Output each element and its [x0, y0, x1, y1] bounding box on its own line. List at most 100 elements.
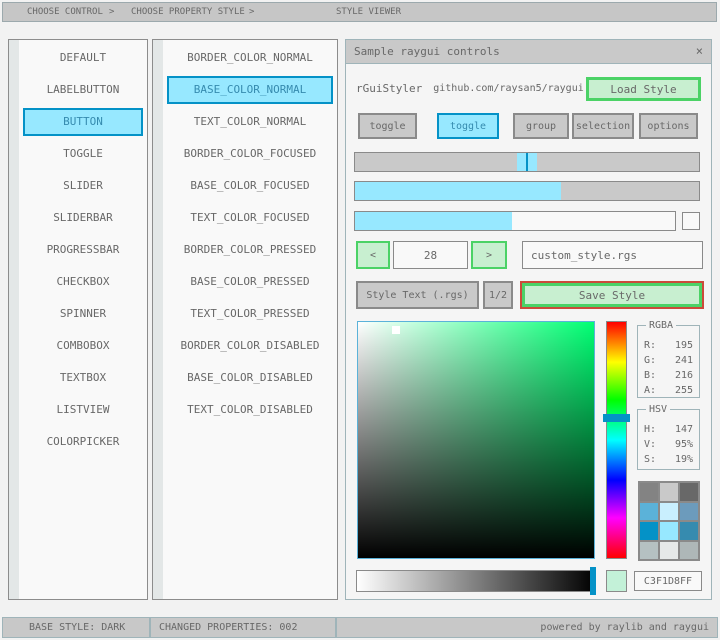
property-item-base-color-normal[interactable]: BASE_COLOR_NORMAL — [167, 76, 333, 104]
rgba-b-label: B: — [644, 368, 656, 383]
color-picker-cursor[interactable] — [392, 326, 400, 334]
filename-input[interactable] — [522, 241, 703, 269]
rgba-g-label: G: — [644, 353, 656, 368]
property-item-border-color-pressed[interactable]: BORDER_COLOR_PRESSED — [164, 234, 336, 266]
control-item-slider[interactable]: SLIDER — [20, 170, 146, 202]
slider-handle[interactable] — [517, 153, 537, 171]
control-item-colorpicker[interactable]: COLORPICKER — [20, 426, 146, 458]
property-item-border-color-focused[interactable]: BORDER_COLOR_FOCUSED — [164, 138, 336, 170]
spinner-value[interactable]: 28 — [393, 241, 468, 269]
palette-cell-border-normal[interactable] — [640, 483, 658, 501]
hsv-h-label: H: — [644, 422, 656, 437]
progress-bar — [354, 211, 676, 231]
palette-cell-base-normal[interactable] — [660, 483, 678, 501]
palette-cell-base-pressed[interactable] — [660, 522, 678, 540]
palette-cell-text-disabled[interactable] — [680, 542, 698, 560]
controls-list-scrollbar[interactable] — [9, 40, 19, 599]
rgba-a-label: A: — [644, 383, 656, 398]
current-color-swatch — [606, 570, 627, 592]
property-item-text-color-focused[interactable]: TEXT_COLOR_FOCUSED — [164, 202, 336, 234]
property-item-text-color-pressed[interactable]: TEXT_COLOR_PRESSED — [164, 298, 336, 330]
color-picker-square[interactable] — [357, 321, 595, 559]
control-item-spinner[interactable]: SPINNER — [20, 298, 146, 330]
hsv-groupbox: HSV H:147 V:95% S:19% — [637, 409, 700, 470]
hex-color-input[interactable] — [634, 571, 702, 591]
properties-list-panel: BORDER_COLOR_NORMAL BASE_COLOR_NORMAL TE… — [152, 39, 338, 600]
toggle-button-group[interactable]: group — [513, 113, 569, 139]
chevron-right-icon: > — [109, 3, 114, 21]
control-item-checkbox[interactable]: CHECKBOX — [20, 266, 146, 298]
property-item-text-color-disabled[interactable]: TEXT_COLOR_DISABLED — [164, 394, 336, 426]
page-indicator-button[interactable]: 1/2 — [483, 281, 513, 309]
palette-cell-border-disabled[interactable] — [640, 542, 658, 560]
style-color-palette — [638, 481, 700, 561]
palette-cell-text-focused[interactable] — [680, 503, 698, 521]
control-item-default[interactable]: DEFAULT — [20, 42, 146, 74]
toggle-button-selection[interactable]: selection — [572, 113, 634, 139]
properties-list-scrollbar[interactable] — [153, 40, 163, 599]
control-item-listview[interactable]: LISTVIEW — [20, 394, 146, 426]
control-item-labelbutton[interactable]: LABELBUTTON — [20, 74, 146, 106]
value-gradient-bar[interactable] — [356, 570, 596, 592]
toggle-button-1[interactable]: toggle — [358, 113, 417, 139]
property-item-border-color-normal[interactable]: BORDER_COLOR_NORMAL — [164, 42, 336, 74]
hue-bar[interactable] — [606, 321, 627, 559]
control-item-textbox[interactable]: TEXTBOX — [20, 362, 146, 394]
property-item-base-color-disabled[interactable]: BASE_COLOR_DISABLED — [164, 362, 336, 394]
value-gradient-handle[interactable] — [590, 567, 596, 595]
breadcrumb-choose-control: CHOOSE CONTROL — [27, 3, 103, 21]
property-item-base-color-pressed[interactable]: BASE_COLOR_PRESSED — [164, 266, 336, 298]
palette-cell-base-focused[interactable] — [660, 503, 678, 521]
save-style-button[interactable]: Save Style — [522, 283, 702, 307]
rgba-title: RGBA — [646, 320, 676, 331]
spinner-decrement-button[interactable]: < — [356, 241, 390, 269]
window-titlebar[interactable]: Sample raygui controls × — [346, 40, 711, 64]
style-viewer-window: Sample raygui controls × rGuiStyler gith… — [345, 39, 712, 600]
palette-cell-base-disabled[interactable] — [660, 542, 678, 560]
breadcrumb-style-viewer: STYLE VIEWER — [336, 3, 401, 21]
property-item-base-color-focused[interactable]: BASE_COLOR_FOCUSED — [164, 170, 336, 202]
window-title: Sample raygui controls — [354, 45, 500, 58]
hsv-title: HSV — [646, 404, 670, 415]
hsv-v-label: V: — [644, 437, 656, 452]
palette-cell-border-focused[interactable] — [640, 503, 658, 521]
app-name-label: rGuiStyler — [356, 76, 422, 102]
control-item-button[interactable]: BUTTON — [23, 108, 143, 136]
palette-cell-border-pressed[interactable] — [640, 522, 658, 540]
slider[interactable] — [354, 152, 700, 172]
controls-list-panel: DEFAULT LABELBUTTON BUTTON TOGGLE SLIDER… — [8, 39, 148, 600]
control-item-sliderbar[interactable]: SLIDERBAR — [20, 202, 146, 234]
close-icon[interactable]: × — [696, 40, 703, 63]
slider-bar-fill — [355, 182, 561, 200]
load-style-button[interactable]: Load Style — [586, 77, 701, 101]
status-base-style: BASE STYLE: DARK — [2, 617, 150, 638]
hue-bar-handle[interactable] — [603, 414, 630, 422]
style-text-button[interactable]: Style Text (.rgs) — [356, 281, 479, 309]
property-item-border-color-disabled[interactable]: BORDER_COLOR_DISABLED — [164, 330, 336, 362]
property-item-text-color-normal[interactable]: TEXT_COLOR_NORMAL — [164, 106, 336, 138]
checkbox[interactable] — [682, 212, 700, 230]
spinner-increment-button[interactable]: > — [471, 241, 507, 269]
hsv-s-value: 19% — [675, 452, 693, 467]
rgba-r-label: R: — [644, 338, 656, 353]
control-item-toggle[interactable]: TOGGLE — [20, 138, 146, 170]
status-powered-by: powered by raylib and raygui — [336, 617, 718, 638]
repo-link[interactable]: github.com/raysan5/raygui — [431, 76, 586, 102]
toggle-button-options[interactable]: options — [639, 113, 698, 139]
chevron-right-icon: > — [249, 3, 254, 21]
rgba-groupbox: RGBA R:195 G:241 B:216 A:255 — [637, 325, 700, 398]
rgba-r-value: 195 — [675, 338, 693, 353]
controls-list: DEFAULT LABELBUTTON BUTTON TOGGLE SLIDER… — [20, 42, 146, 597]
save-style-outline: Save Style — [520, 281, 704, 309]
palette-cell-text-pressed[interactable] — [680, 522, 698, 540]
breadcrumb-choose-property: CHOOSE PROPERTY STYLE — [131, 3, 245, 21]
control-item-progressbar[interactable]: PROGRESSBAR — [20, 234, 146, 266]
hsv-s-label: S: — [644, 452, 656, 467]
palette-cell-text-normal[interactable] — [680, 483, 698, 501]
slider-bar[interactable] — [354, 181, 700, 201]
progress-bar-fill — [355, 212, 512, 230]
status-changed-properties: CHANGED PROPERTIES: 002 — [150, 617, 336, 638]
toggle-button-2-active[interactable]: toggle — [437, 113, 499, 139]
rgba-a-value: 255 — [675, 383, 693, 398]
control-item-combobox[interactable]: COMBOBOX — [20, 330, 146, 362]
